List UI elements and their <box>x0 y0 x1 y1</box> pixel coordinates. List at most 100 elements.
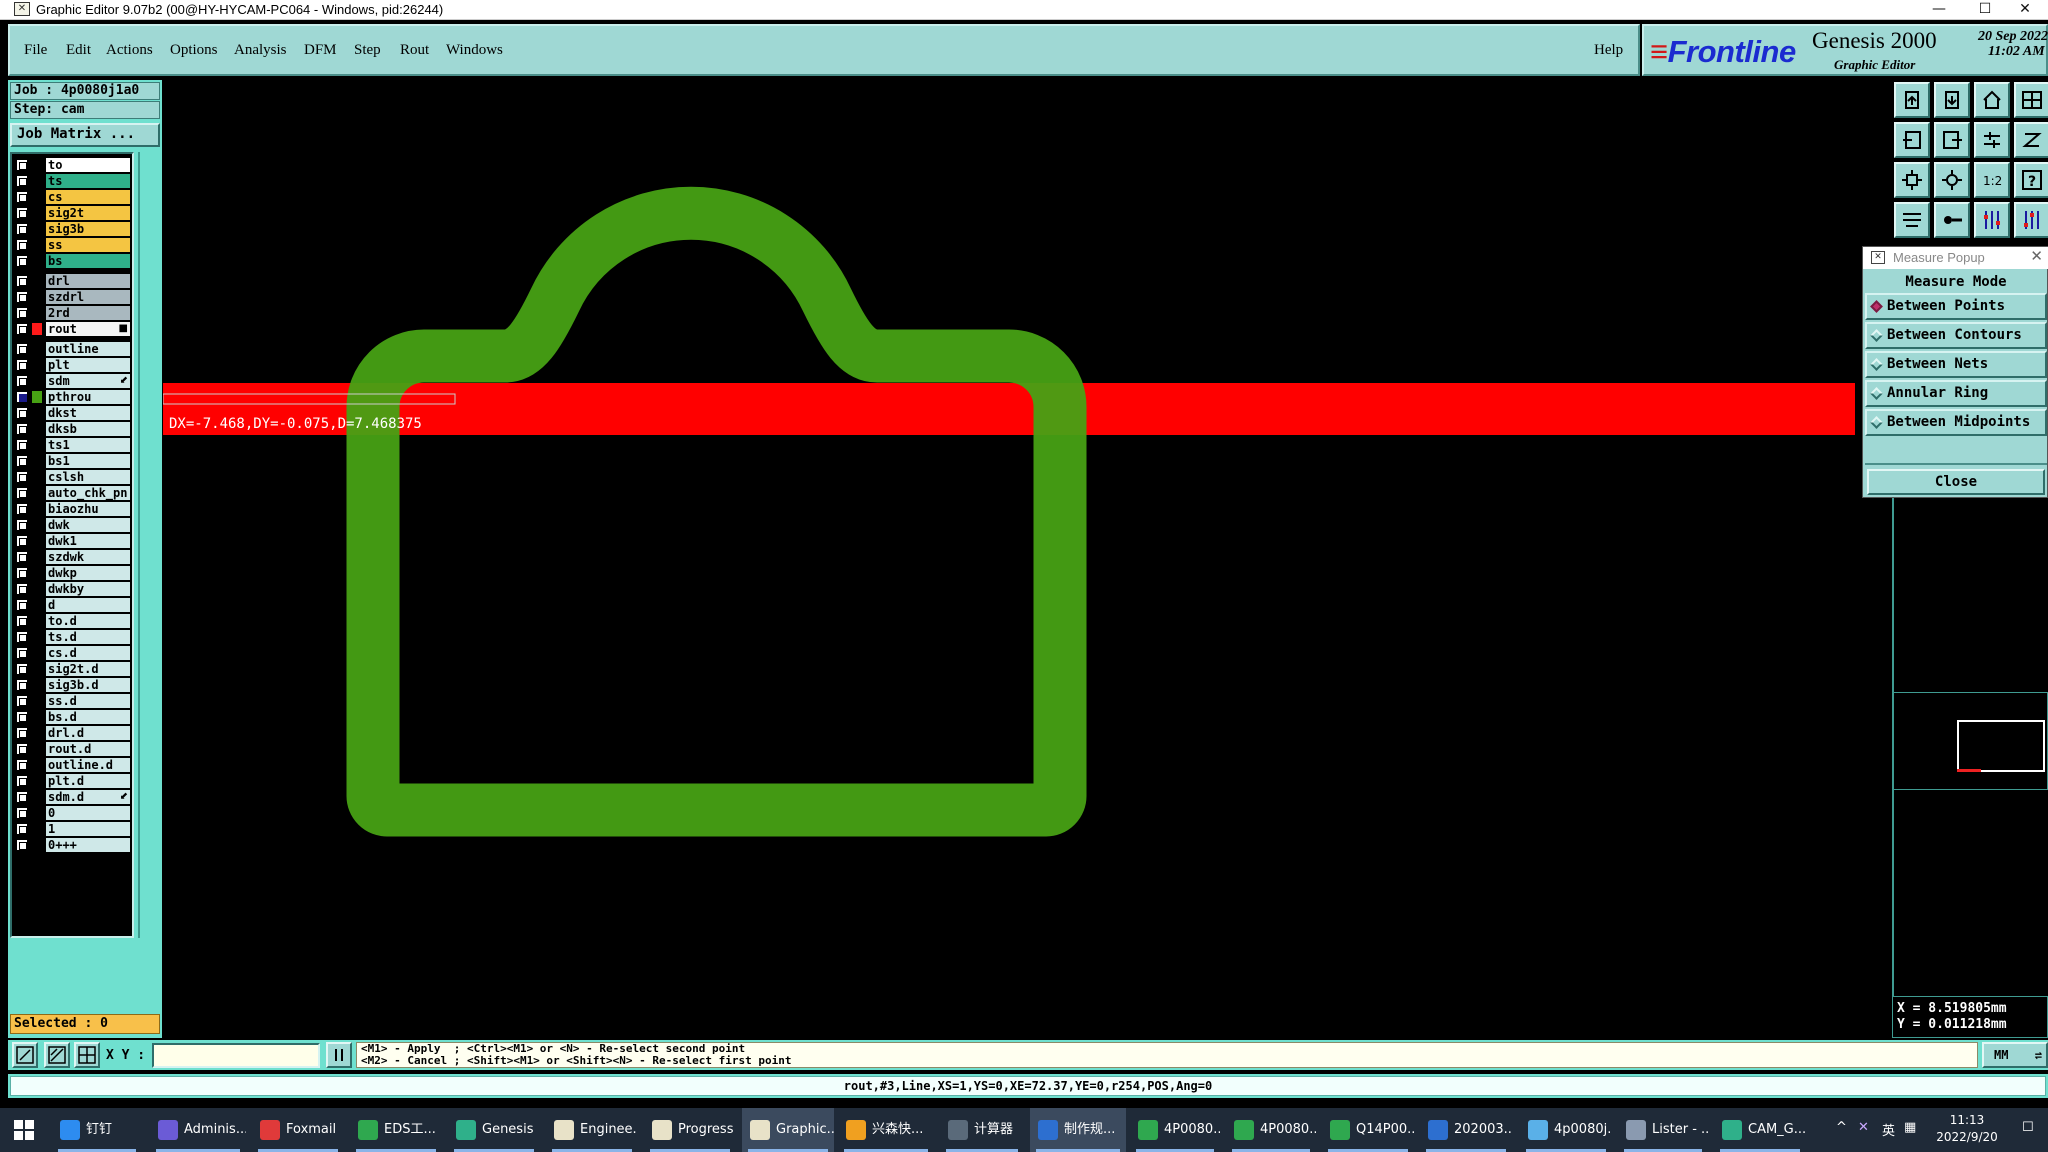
zoom-center-icon[interactable] <box>1934 162 1970 198</box>
close-window-button[interactable]: ✕ <box>2002 0 2048 20</box>
layer-name[interactable]: sig3b.d <box>46 678 130 692</box>
option-between-points[interactable]: Between Points <box>1865 293 2047 320</box>
layer-name[interactable]: to.d <box>46 614 130 628</box>
layer-row-ts1[interactable]: ts1 <box>16 438 130 452</box>
taskbar-item[interactable]: 4P0080... <box>1130 1108 1220 1152</box>
taskbar-item[interactable]: Progress <box>644 1108 736 1152</box>
taskbar-item[interactable]: 兴森快... <box>838 1108 934 1152</box>
filter-icon[interactable] <box>1894 202 1930 238</box>
layer-name[interactable]: cs.d <box>46 646 130 660</box>
taskbar-item[interactable]: 4P0080... <box>1226 1108 1316 1152</box>
layer-name[interactable]: cslsh <box>46 470 130 484</box>
pan-icon[interactable] <box>1974 122 2010 158</box>
minimize-button[interactable]: — <box>1916 0 1962 20</box>
layer-checkbox[interactable] <box>16 679 28 691</box>
taskbar-item[interactable]: EDS工... <box>350 1108 442 1152</box>
layer-checkbox[interactable] <box>16 255 28 267</box>
layer-checkbox[interactable] <box>16 791 28 803</box>
layer-name[interactable]: 1 <box>46 822 130 836</box>
layer-checkbox[interactable] <box>16 391 28 403</box>
layer-name[interactable]: bs <box>46 254 130 268</box>
layer-checkbox[interactable] <box>16 439 28 451</box>
taskbar-item[interactable]: Enginee... <box>546 1108 638 1152</box>
layer-checkbox[interactable] <box>16 323 28 335</box>
save-icon[interactable] <box>1934 82 1970 118</box>
layer-row-sig2t[interactable]: sig2t <box>16 206 130 220</box>
layer-name[interactable]: dwkby <box>46 582 130 596</box>
layer-checkbox[interactable] <box>16 567 28 579</box>
layer-name[interactable]: ss.d <box>46 694 130 708</box>
layer-checkbox[interactable] <box>16 535 28 547</box>
layer-row-sdm[interactable]: sdm ⬋ <box>16 374 130 388</box>
layer-row-auto_chk_pn[interactable]: auto_chk_pn <box>16 486 130 500</box>
layer-name[interactable]: d <box>46 598 130 612</box>
ime-indicator[interactable]: 英 <box>1882 1120 1895 1139</box>
layer-checkbox[interactable] <box>16 519 28 531</box>
pthrou-outline-feature[interactable] <box>346 186 1087 837</box>
layer-row-drl.d[interactable]: drl.d <box>16 726 130 740</box>
layer-name[interactable]: drl.d <box>46 726 130 740</box>
layer-row-2rd[interactable]: 2rd <box>16 306 130 320</box>
layer-checkbox[interactable] <box>16 191 28 203</box>
overview-viewport[interactable] <box>1957 720 2045 772</box>
zoom-back-icon[interactable] <box>1894 122 1930 158</box>
menu-edit[interactable]: Edit <box>66 42 91 59</box>
layer-row-outline[interactable]: outline <box>16 342 130 356</box>
layer-name[interactable]: outline <box>46 342 130 356</box>
layer-checkbox[interactable] <box>16 695 28 707</box>
layer-name[interactable]: sig3b <box>46 222 130 236</box>
option-between-midpoints[interactable]: Between Midpoints <box>1865 409 2047 436</box>
layer-row-biaozhu[interactable]: biaozhu <box>16 502 130 516</box>
layer-checkbox[interactable] <box>16 275 28 287</box>
layer-name[interactable]: cs <box>46 190 130 204</box>
taskbar-item[interactable]: 4p0080j... <box>1520 1108 1612 1152</box>
taskbar-item[interactable]: Genesis <box>448 1108 540 1152</box>
layer-row-to[interactable]: to <box>16 158 130 172</box>
menu-actions[interactable]: Actions <box>106 42 153 59</box>
layer-color-swatch[interactable] <box>32 391 42 403</box>
layer-row-sdm.d[interactable]: sdm.d ⬋ <box>16 790 130 804</box>
layer-checkbox[interactable] <box>16 359 28 371</box>
layer-name[interactable]: 0 <box>46 806 130 820</box>
layer-row-dkst[interactable]: dkst <box>16 406 130 420</box>
layer-checkbox[interactable] <box>16 663 28 675</box>
layer-checkbox[interactable] <box>16 647 28 659</box>
option-between-contours[interactable]: Between Contours <box>1865 322 2047 349</box>
layer-name[interactable]: pthrou <box>46 390 130 404</box>
layer-name[interactable]: sig2t.d <box>46 662 130 676</box>
menu-step[interactable]: Step <box>354 42 381 59</box>
layer-row-sig3b[interactable]: sig3b <box>16 222 130 236</box>
layer-name[interactable]: ts.d <box>46 630 130 644</box>
menu-help[interactable]: Help <box>1594 42 1623 59</box>
layer-row-0[interactable]: 0 <box>16 806 130 820</box>
layer-row-rout.d[interactable]: rout.d <box>16 742 130 756</box>
layer-checkbox[interactable] <box>16 759 28 771</box>
layer-name[interactable]: dwkp <box>46 566 130 580</box>
layer-checkbox[interactable] <box>16 631 28 643</box>
layer-row-dksb[interactable]: dksb <box>16 422 130 436</box>
layer-name[interactable]: bs.d <box>46 710 130 724</box>
layer-name[interactable]: ts <box>46 174 130 188</box>
layer-row-pthrou[interactable]: pthrou <box>16 390 130 404</box>
layer-row-plt[interactable]: plt <box>16 358 130 372</box>
notification-icon[interactable]: ☐ <box>2022 1120 2034 1135</box>
layer-checkbox[interactable] <box>16 239 28 251</box>
layer-row-ts.d[interactable]: ts.d <box>16 630 130 644</box>
layer-row-cs[interactable]: cs <box>16 190 130 204</box>
layer-checkbox[interactable] <box>16 775 28 787</box>
layer-checkbox[interactable] <box>16 175 28 187</box>
layer-display-icon[interactable] <box>1974 202 2010 238</box>
layer-checkbox[interactable] <box>16 503 28 515</box>
zoom-fit-icon[interactable] <box>1894 162 1930 198</box>
layer-checkbox[interactable] <box>16 615 28 627</box>
menu-options[interactable]: Options <box>170 42 218 59</box>
snap-icon[interactable] <box>2014 122 2048 158</box>
menu-file[interactable]: File <box>24 42 47 59</box>
layer-row-dwkby[interactable]: dwkby <box>16 582 130 596</box>
open-icon[interactable] <box>1894 82 1930 118</box>
layer-name[interactable]: plt <box>46 358 130 372</box>
layer-checkbox[interactable] <box>16 455 28 467</box>
layer-row-bs1[interactable]: bs1 <box>16 454 130 468</box>
layer-checkbox[interactable] <box>16 471 28 483</box>
layer-checkbox[interactable] <box>16 423 28 435</box>
